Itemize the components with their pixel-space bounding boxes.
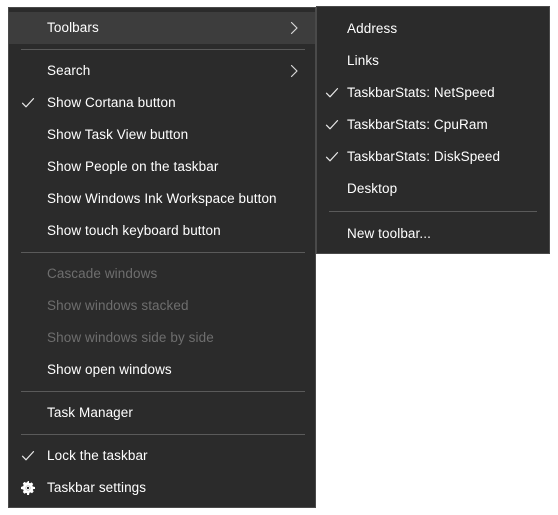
menu-item-new-toolbar[interactable]: New toolbar... <box>317 218 549 250</box>
gear-icon <box>9 481 47 495</box>
menu-separator <box>329 211 537 212</box>
chevron-right-icon[interactable] <box>283 21 305 35</box>
menu-item-label: TaskbarStats: CpuRam <box>347 118 517 132</box>
menu-item-address[interactable]: Address <box>317 13 549 45</box>
menu-item-taskbarstats-cpuram[interactable]: TaskbarStats: CpuRam <box>317 109 549 141</box>
menu-item-search[interactable]: Search <box>9 55 315 87</box>
menu-item-label: Links <box>347 54 517 68</box>
menu-item-label: TaskbarStats: NetSpeed <box>347 86 517 100</box>
chevron-right-icon[interactable] <box>283 64 305 78</box>
menu-item-label: Desktop <box>347 182 517 196</box>
menu-item-show-windows-side-by-side: Show windows side by side <box>9 322 315 354</box>
menu-separator <box>21 252 305 253</box>
menu-item-show-people-on-the-taskbar[interactable]: Show People on the taskbar <box>9 151 315 183</box>
menu-item-label: Show Windows Ink Workspace button <box>47 192 283 206</box>
menu-item-label: Show touch keyboard button <box>47 224 283 238</box>
check-icon <box>9 449 47 463</box>
menu-item-show-open-windows[interactable]: Show open windows <box>9 354 315 386</box>
menu-item-label: Task Manager <box>47 406 283 420</box>
menu-item-label: Cascade windows <box>47 267 283 281</box>
menu-item-label: Show People on the taskbar <box>47 160 283 174</box>
menu-item-label: Show open windows <box>47 363 283 377</box>
menu-item-show-cortana-button[interactable]: Show Cortana button <box>9 87 315 119</box>
menu-separator <box>21 391 305 392</box>
menu-item-show-windows-stacked: Show windows stacked <box>9 290 315 322</box>
menu-item-label: New toolbar... <box>347 227 517 241</box>
menu-item-cascade-windows: Cascade windows <box>9 258 315 290</box>
menu-item-taskbarstats-netspeed[interactable]: TaskbarStats: NetSpeed <box>317 77 549 109</box>
check-icon <box>9 96 47 110</box>
menu-item-label: Search <box>47 64 283 78</box>
check-icon <box>317 86 347 100</box>
menu-separator <box>21 434 305 435</box>
menu-item-lock-the-taskbar[interactable]: Lock the taskbar <box>9 440 315 472</box>
menu-item-label: Toolbars <box>47 21 283 35</box>
menu-item-label: Address <box>347 22 517 36</box>
menu-item-show-task-view-button[interactable]: Show Task View button <box>9 119 315 151</box>
menu-item-label: Show windows stacked <box>47 299 283 313</box>
toolbars-submenu: Address Links TaskbarStats: NetSpeed Taskba… <box>316 6 550 254</box>
menu-separator <box>21 49 305 50</box>
menu-item-label: Show Task View button <box>47 128 283 142</box>
menu-item-links[interactable]: Links <box>317 45 549 77</box>
menu-item-label: Show windows side by side <box>47 331 283 345</box>
menu-item-show-touch-keyboard-button[interactable]: Show touch keyboard button <box>9 215 315 247</box>
check-icon <box>317 150 347 164</box>
menu-item-show-windows-ink-workspace-button[interactable]: Show Windows Ink Workspace button <box>9 183 315 215</box>
menu-item-label: TaskbarStats: DiskSpeed <box>347 150 517 164</box>
taskbar-context-menu: Toolbars Search Show Cortana button Show Ta… <box>8 7 316 508</box>
check-icon <box>317 118 347 132</box>
menu-item-toolbars[interactable]: Toolbars <box>9 12 315 44</box>
menu-item-label: Taskbar settings <box>47 481 283 495</box>
menu-item-label: Lock the taskbar <box>47 449 283 463</box>
menu-item-label: Show Cortana button <box>47 96 283 110</box>
menu-item-taskbar-settings[interactable]: Taskbar settings <box>9 472 315 504</box>
menu-item-taskbarstats-diskspeed[interactable]: TaskbarStats: DiskSpeed <box>317 141 549 173</box>
menu-item-task-manager[interactable]: Task Manager <box>9 397 315 429</box>
menu-item-desktop[interactable]: Desktop <box>317 173 549 205</box>
